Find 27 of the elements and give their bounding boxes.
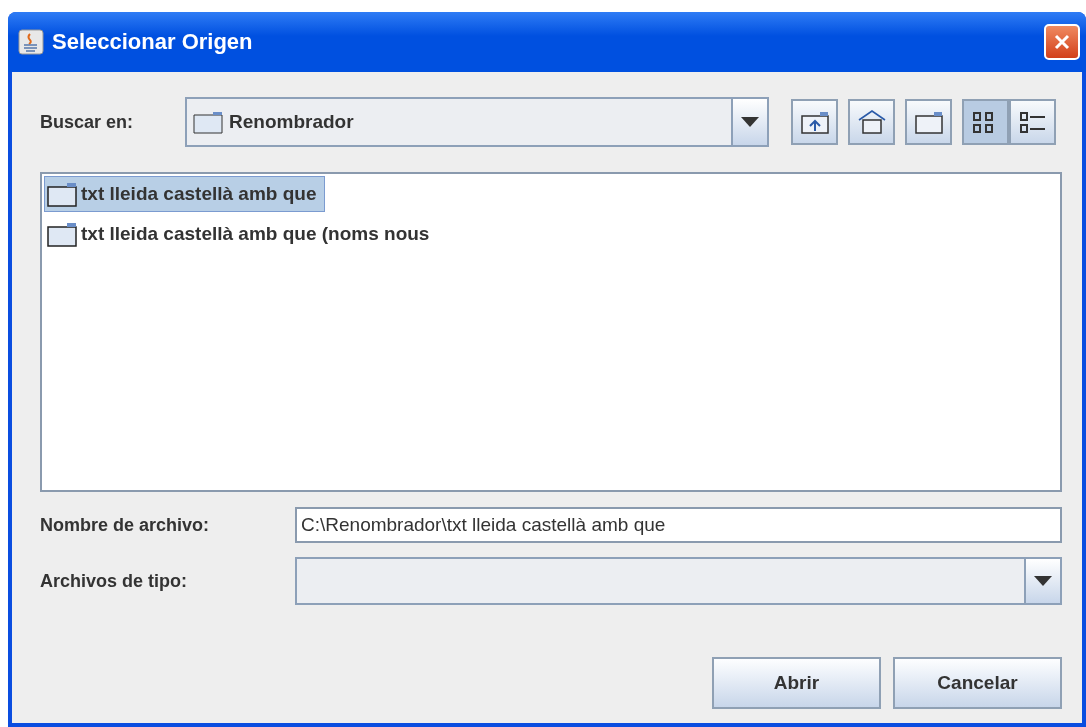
home-icon — [856, 108, 887, 136]
dropdown-arrow-icon — [1034, 576, 1052, 586]
details-view-icon — [1017, 109, 1048, 135]
folder-icon — [47, 221, 77, 247]
folder-up-arrow-icon — [799, 109, 830, 135]
file-name-label: Nombre de archivo: — [40, 514, 211, 536]
close-button[interactable] — [1044, 24, 1080, 60]
look-in-label: Buscar en: — [40, 111, 135, 133]
cancel-button[interactable]: Cancelar — [893, 657, 1062, 709]
window-title: Seleccionar Origen — [52, 29, 254, 55]
up-folder-button[interactable] — [791, 99, 838, 145]
folder-icon — [193, 110, 223, 134]
list-view-button[interactable] — [962, 99, 1009, 145]
folder-icon — [47, 181, 77, 207]
new-folder-button[interactable] — [905, 99, 952, 145]
folder-item[interactable]: txt lleida castellà amb que — [44, 176, 326, 212]
cup-icon — [18, 29, 44, 55]
dropdown-arrow-icon — [741, 117, 759, 127]
close-icon — [1053, 33, 1071, 51]
file-type-label: Archivos de tipo: — [40, 570, 188, 592]
look-in-dropdown[interactable]: Renombrador — [185, 97, 769, 147]
open-button[interactable]: Abrir — [712, 657, 881, 709]
folder-item[interactable]: txt lleida castellà amb que (noms nous — [44, 216, 439, 252]
folder-icon — [913, 109, 944, 135]
details-view-button[interactable] — [1009, 99, 1056, 145]
file-name-field[interactable]: C:\Renombrador\txt lleida castellà amb que — [295, 507, 1062, 543]
home-button[interactable] — [848, 99, 895, 145]
